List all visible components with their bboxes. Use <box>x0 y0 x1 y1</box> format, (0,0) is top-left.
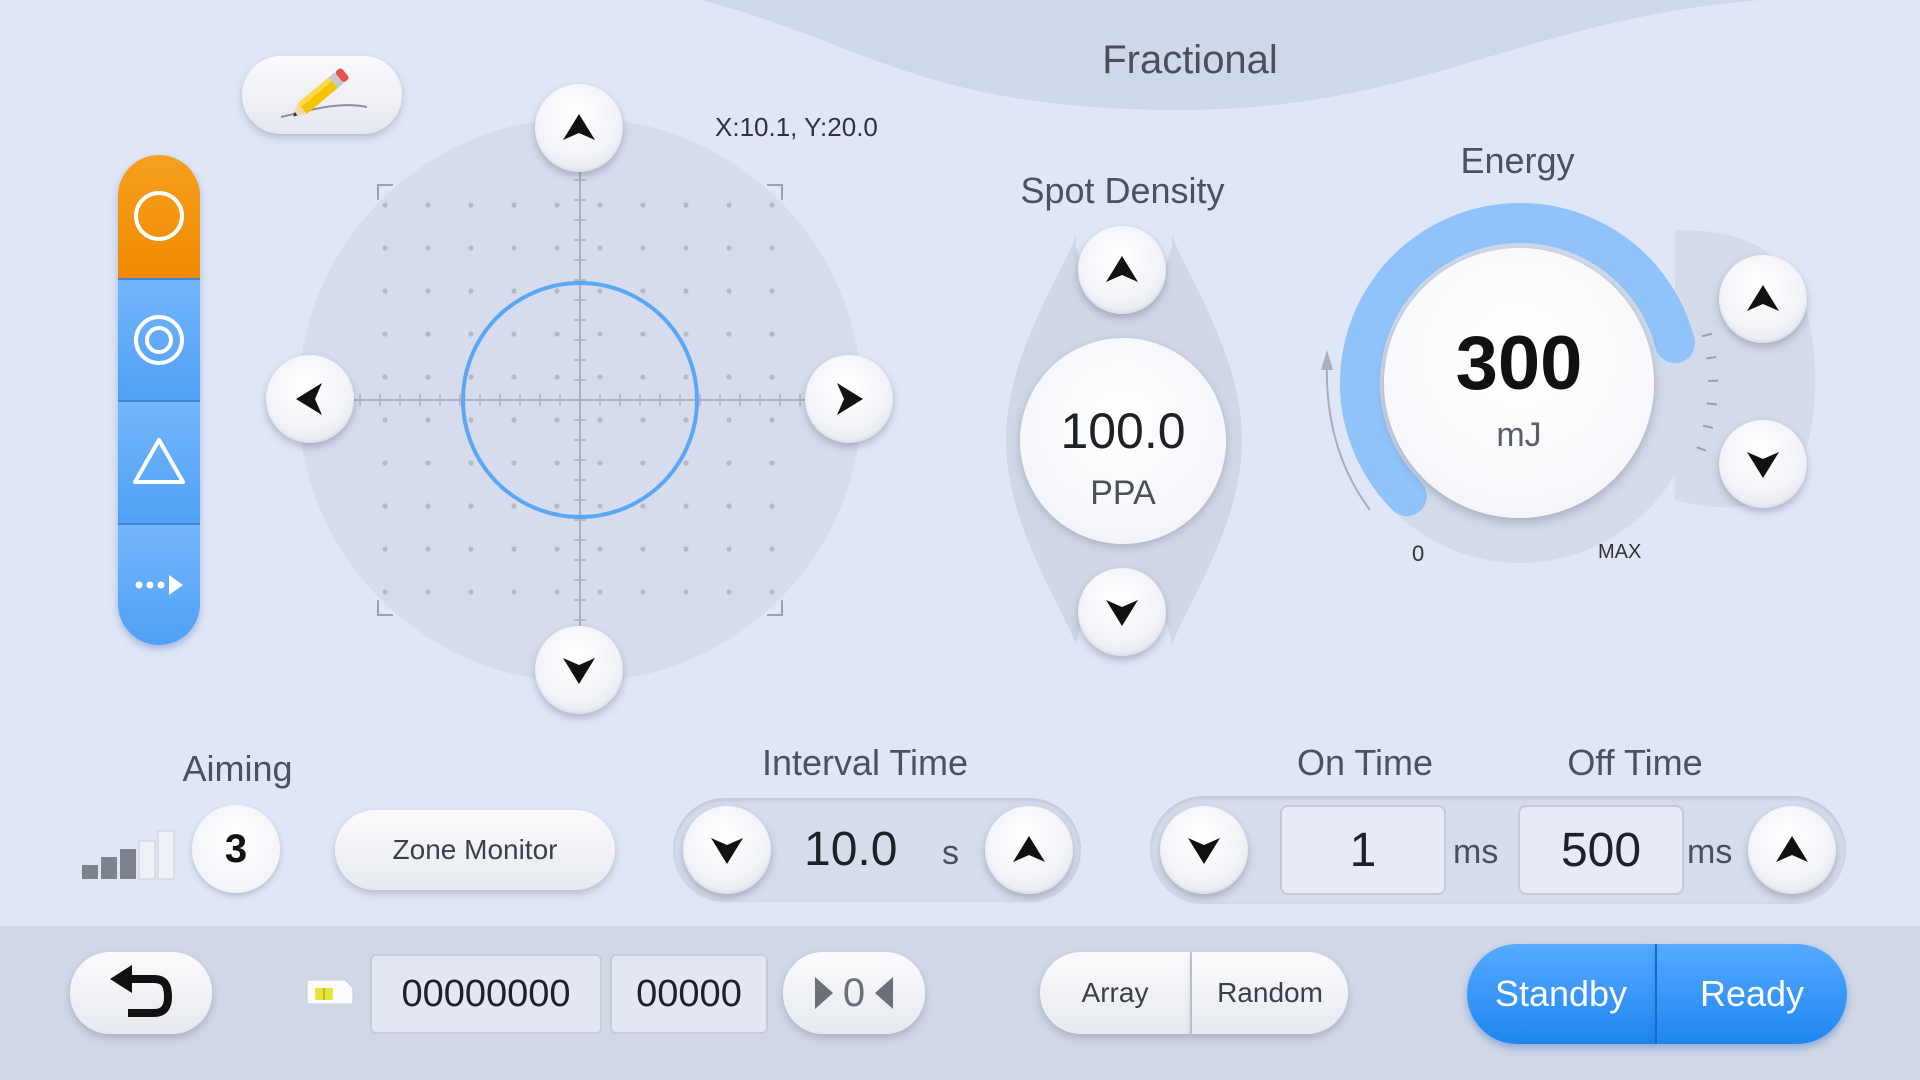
off-time-unit: ms <box>1687 833 1733 871</box>
shape-circle-button[interactable] <box>118 155 200 278</box>
on-off-time-down-button[interactable] <box>1160 806 1248 894</box>
coordinate-readout: X:10.1, Y:20.0 <box>715 112 878 142</box>
aiming-level-bars <box>82 830 175 880</box>
scan-right-button[interactable] <box>805 355 893 443</box>
arrow-down-icon <box>711 838 743 864</box>
energy-min-label: 0 <box>1412 541 1425 566</box>
page-title: Fractional <box>1102 38 1278 82</box>
on-time-input[interactable]: 1 <box>1280 805 1446 895</box>
energy-value: 300 <box>1455 321 1583 406</box>
scan-area[interactable] <box>290 110 870 690</box>
interval-time-unit: s <box>942 834 959 872</box>
arrow-up-icon <box>1013 836 1045 862</box>
back-arrow-icon <box>110 965 173 1017</box>
arrow-down-icon <box>1747 452 1779 478</box>
scan-left-button[interactable] <box>266 355 354 443</box>
off-time-input[interactable]: 500 <box>1518 805 1684 895</box>
total-shot-counter: 00000000 <box>370 954 602 1034</box>
arrow-up-icon <box>1776 836 1808 862</box>
card-chip-icon <box>306 979 354 1005</box>
arrow-down-icon <box>563 658 595 684</box>
energy-down-button[interactable] <box>1719 420 1807 508</box>
standby-button[interactable]: Standby <box>1467 944 1657 1044</box>
ready-button[interactable]: Ready <box>1657 944 1847 1044</box>
scan-up-button[interactable] <box>535 84 623 172</box>
shape-selector <box>118 155 200 645</box>
spot-density-display: 100.0 PPA <box>1020 338 1226 544</box>
off-time-label: Off Time <box>1567 742 1703 783</box>
shape-triangle-button[interactable] <box>118 400 200 523</box>
session-shot-counter: 00000 <box>610 954 768 1034</box>
pattern-random-button[interactable]: Random <box>1192 952 1348 1034</box>
spot-density-down-button[interactable] <box>1078 568 1166 656</box>
shape-more-button[interactable] <box>118 522 200 645</box>
spot-density-unit: PPA <box>1090 474 1156 512</box>
aiming-label: Aiming <box>182 748 293 789</box>
arrow-down-icon <box>1188 838 1220 864</box>
pattern-array-button[interactable]: Array <box>1040 952 1192 1034</box>
spot-density-up-button[interactable] <box>1078 226 1166 314</box>
interval-time-value: 10.0 <box>804 823 898 876</box>
on-time-label: On Time <box>1296 742 1434 783</box>
circle-icon <box>134 191 184 242</box>
interval-time-label: Interval Time <box>761 742 969 783</box>
reset-counter-button[interactable]: 0 <box>783 952 925 1034</box>
shape-concentric-button[interactable] <box>118 277 200 400</box>
aiming-level-button[interactable]: 3 <box>192 805 280 893</box>
triangle-right-icon <box>814 977 833 1009</box>
spot-density-label: Spot Density <box>1020 170 1225 211</box>
interval-time-down-button[interactable] <box>683 806 771 894</box>
energy-up-button[interactable] <box>1719 255 1807 343</box>
energy-max-label: MAX <box>1598 541 1642 563</box>
energy-display: 300 mJ <box>1384 248 1654 518</box>
reset-counter-label: 0 <box>842 970 866 1015</box>
triangle-left-icon <box>875 977 894 1009</box>
arrow-left-icon <box>296 383 322 415</box>
on-time-unit: ms <box>1453 833 1499 871</box>
interval-time-up-button[interactable] <box>985 806 1073 894</box>
concentric-circle-icon <box>134 314 184 365</box>
arrow-up-icon <box>563 114 595 140</box>
arrow-down-icon <box>1106 600 1138 626</box>
back-button[interactable] <box>70 952 212 1034</box>
zone-monitor-button[interactable]: Zone Monitor <box>335 810 615 890</box>
arrow-up-icon <box>1106 256 1138 282</box>
energy-unit: mJ <box>1496 416 1542 454</box>
arrow-up-icon <box>1747 285 1779 311</box>
arrow-right-icon <box>837 383 863 415</box>
scan-down-button[interactable] <box>535 626 623 714</box>
energy-label: Energy <box>1460 140 1575 181</box>
spot-density-value: 100.0 <box>1060 403 1186 459</box>
dotted-arrow-icon <box>135 574 183 595</box>
on-off-time-up-button[interactable] <box>1748 806 1836 894</box>
triangle-icon <box>133 438 185 485</box>
